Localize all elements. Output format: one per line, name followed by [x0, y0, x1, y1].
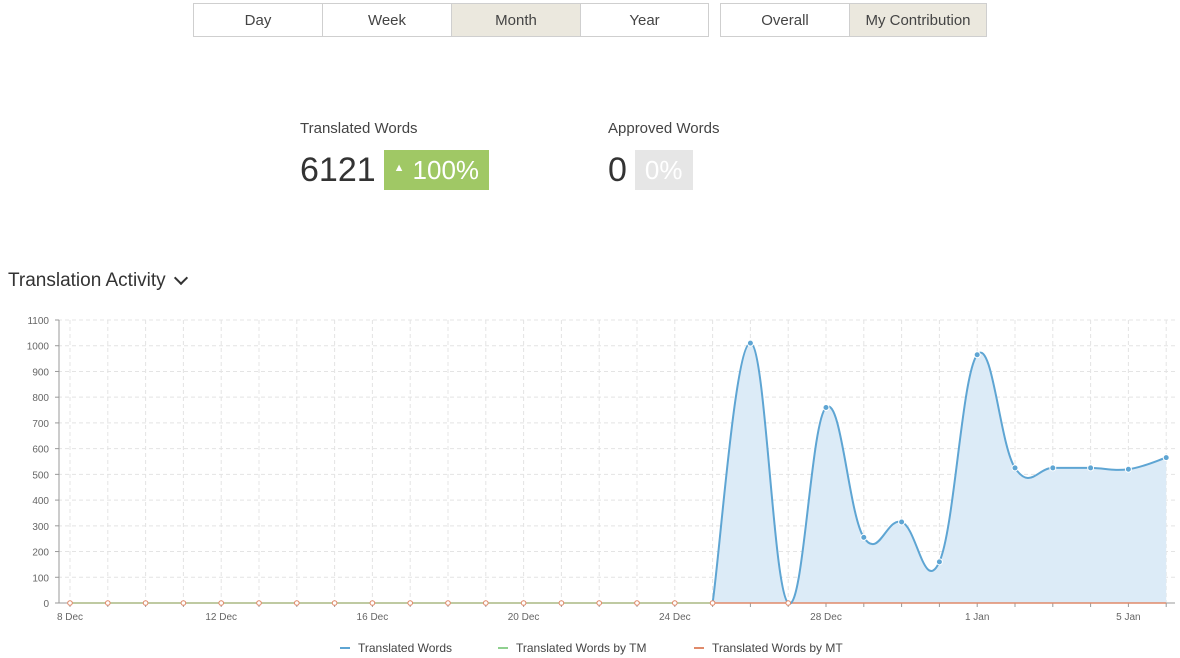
mt-point: [67, 600, 73, 606]
chevron-down-icon: [173, 270, 188, 286]
y-tick-label: 800: [32, 393, 49, 404]
mt-point: [483, 600, 489, 606]
x-tick-label: 20 Dec: [508, 612, 540, 623]
mt-point: [142, 600, 149, 606]
tab-week[interactable]: Week: [322, 3, 451, 37]
mt-point: [634, 600, 640, 606]
y-tick-label: 500: [32, 470, 49, 481]
x-tick-label: 12 Dec: [205, 612, 237, 623]
translated-words-point: [1162, 454, 1170, 462]
tab-year[interactable]: Year: [580, 3, 709, 37]
legend-translated[interactable]: Translated Words: [340, 641, 452, 655]
mt-point: [369, 600, 376, 606]
arrow-up-icon: ▲: [393, 162, 405, 174]
mt-point: [520, 600, 527, 606]
y-tick-label: 100: [32, 573, 49, 584]
x-tick-label: 24 Dec: [659, 612, 691, 623]
y-tick-label: 1100: [27, 316, 49, 327]
mt-point: [294, 600, 300, 606]
y-tick-label: 300: [32, 522, 49, 533]
mt-point: [672, 600, 678, 606]
x-tick-label: 1 Jan: [965, 612, 989, 623]
mt-point: [218, 600, 224, 606]
approved-words-value: 0: [608, 151, 627, 189]
translated-change-value: 100%: [412, 154, 480, 185]
x-tick-label: 16 Dec: [357, 612, 389, 623]
mt-point: [180, 600, 187, 606]
legend-swatch-translated: [340, 647, 350, 649]
translated-words-stat: Translated Words 6121 ▲ 100%: [300, 120, 490, 190]
mt-point: [256, 600, 262, 606]
mt-point: [558, 600, 565, 606]
legend-label-tm: Translated Words by TM: [516, 641, 647, 655]
translated-words-value: 6121: [300, 151, 376, 189]
approved-words-label: Approved Words: [608, 120, 720, 137]
tab-my-contribution[interactable]: My Contribution: [849, 3, 987, 37]
legend-swatch-tm: [498, 647, 508, 649]
x-tick-label: 5 Jan: [1116, 612, 1140, 623]
mt-point: [785, 600, 792, 606]
mt-point: [445, 600, 451, 606]
y-tick-label: 200: [32, 548, 49, 559]
period-selector: Day Week Month Year: [193, 3, 709, 37]
tab-overall[interactable]: Overall: [720, 3, 849, 37]
translated-change-badge: ▲ 100%: [383, 150, 490, 190]
approved-change-value: 0%: [644, 154, 683, 185]
scope-selector: Overall My Contribution: [720, 3, 987, 37]
translated-words-point: [973, 351, 981, 359]
mt-point: [709, 600, 716, 606]
legend-label-mt: Translated Words by MT: [712, 641, 843, 655]
mt-point: [105, 600, 111, 606]
mt-point: [331, 600, 338, 606]
translated-words-point: [898, 518, 906, 526]
x-tick-label: 8 Dec: [57, 612, 83, 623]
tab-day[interactable]: Day: [193, 3, 322, 37]
y-tick-label: 900: [32, 367, 49, 378]
translated-words-point: [935, 558, 943, 566]
approved-words-stat: Approved Words 0 0%: [608, 120, 719, 190]
tab-month[interactable]: Month: [451, 3, 580, 37]
translated-words-point: [1087, 464, 1095, 472]
mt-point: [596, 600, 603, 606]
legend-mt[interactable]: Translated Words by MT: [694, 641, 843, 655]
x-tick-label: 28 Dec: [810, 612, 842, 623]
mt-point: [407, 600, 414, 606]
legend-label-translated: Translated Words: [358, 641, 453, 655]
y-tick-label: 1000: [27, 342, 50, 353]
translated-words-label: Translated Words: [300, 120, 418, 137]
y-tick-label: 700: [32, 419, 49, 430]
translation-activity-toggle[interactable]: Translation Activity: [8, 270, 188, 292]
y-tick-label: 0: [43, 599, 49, 610]
y-tick-label: 400: [32, 496, 49, 507]
y-tick-label: 600: [32, 445, 49, 456]
legend-swatch-mt: [694, 647, 704, 649]
translation-activity-chart: 0 100 200 300 400 500 600 700 800 900 1000 1100 8 De…: [27, 316, 1175, 623]
translated-words-point: [860, 533, 868, 541]
approved-change-badge: 0%: [634, 150, 693, 190]
translated-words-point: [1011, 464, 1019, 472]
translated-words-point: [822, 403, 830, 411]
translated-words-point: [1049, 464, 1057, 472]
legend-tm[interactable]: Translated Words by TM: [498, 641, 647, 655]
section-title: Translation Activity: [8, 270, 166, 291]
translated-words-point: [1124, 465, 1132, 473]
translated-words-point: [746, 339, 754, 347]
